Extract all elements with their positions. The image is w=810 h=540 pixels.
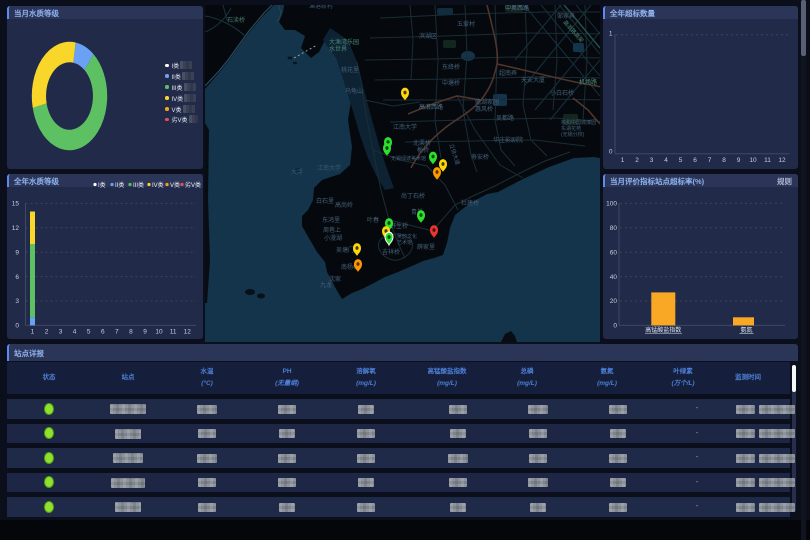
svg-text:水世界: 水世界 bbox=[329, 45, 347, 53]
svg-text:东湖花苑: 东湖花苑 bbox=[561, 125, 581, 132]
svg-text:薛家里: 薛家里 bbox=[417, 243, 435, 251]
svg-text:4: 4 bbox=[664, 157, 668, 164]
svg-text:2: 2 bbox=[635, 157, 639, 164]
svg-text:中奥西路: 中奥西路 bbox=[505, 4, 529, 12]
svg-text:华庄影剧院: 华庄影剧院 bbox=[493, 136, 523, 144]
svg-text:III类: III类 bbox=[133, 181, 144, 189]
svg-text:惠风桥: 惠风桥 bbox=[475, 105, 493, 113]
svg-text:3: 3 bbox=[15, 298, 19, 305]
svg-text:60: 60 bbox=[610, 249, 618, 256]
svg-text:东鸿里: 东鸿里 bbox=[322, 216, 340, 224]
svg-text:11: 11 bbox=[170, 329, 177, 336]
svg-text:叶春: 叶春 bbox=[367, 216, 379, 224]
svg-text:东绛桥: 东绛桥 bbox=[442, 63, 460, 71]
svg-text:(无锡分校): (无锡分校) bbox=[561, 131, 585, 138]
svg-text:小白石桥: 小白石桥 bbox=[550, 89, 574, 97]
svg-text:滨湖区: 滨湖区 bbox=[419, 32, 437, 40]
svg-text:白石里: 白石里 bbox=[316, 197, 334, 205]
svg-text:无锡绿波美术馆: 无锡绿波美术馆 bbox=[391, 155, 426, 162]
svg-text:小漫湖: 小漫湖 bbox=[324, 234, 342, 242]
svg-text:石渎桥: 石渎桥 bbox=[227, 16, 245, 24]
svg-text:4: 4 bbox=[73, 329, 77, 336]
svg-text:1: 1 bbox=[609, 31, 613, 38]
svg-text:劣V类: 劣V类 bbox=[185, 181, 201, 189]
svg-text:大渔湾乐园: 大渔湾乐园 bbox=[329, 38, 359, 46]
svg-text:超南弄: 超南弄 bbox=[499, 69, 517, 77]
svg-text:5: 5 bbox=[87, 329, 91, 336]
svg-text:天安大厦: 天安大厦 bbox=[521, 76, 545, 84]
svg-text:氨氮: 氨氮 bbox=[740, 326, 752, 334]
svg-text:2: 2 bbox=[45, 329, 49, 336]
svg-text:10: 10 bbox=[155, 329, 163, 336]
svg-text:8: 8 bbox=[129, 329, 133, 336]
svg-text:3: 3 bbox=[650, 157, 654, 164]
svg-text:1: 1 bbox=[31, 329, 35, 336]
svg-text:V类: V类 bbox=[170, 181, 180, 189]
svg-text:12: 12 bbox=[184, 329, 192, 336]
svg-text:II类: II类 bbox=[115, 181, 124, 189]
svg-text:7: 7 bbox=[115, 329, 119, 336]
svg-text:周巷上: 周巷上 bbox=[323, 226, 341, 234]
svg-text:6: 6 bbox=[693, 157, 697, 164]
svg-text:吴都路: 吴都路 bbox=[496, 114, 514, 122]
svg-text:12: 12 bbox=[778, 157, 786, 164]
svg-text:江南大学: 江南大学 bbox=[393, 123, 417, 131]
svg-text:9: 9 bbox=[15, 249, 19, 256]
svg-text:五爱村: 五爱村 bbox=[457, 20, 475, 28]
svg-text:沈家: 沈家 bbox=[329, 275, 341, 283]
svg-text:艺术馆: 艺术馆 bbox=[397, 239, 412, 246]
svg-text:核和中国城博园: 核和中国城博园 bbox=[561, 119, 596, 126]
svg-text:9: 9 bbox=[143, 329, 147, 336]
svg-text:11: 11 bbox=[764, 157, 771, 164]
svg-text:3: 3 bbox=[59, 329, 63, 336]
svg-text:15: 15 bbox=[12, 201, 20, 208]
svg-text:吉祥桥: 吉祥桥 bbox=[382, 248, 400, 256]
svg-text:10: 10 bbox=[749, 157, 757, 164]
svg-text:12: 12 bbox=[12, 225, 20, 232]
svg-text:吴韵文化: 吴韵文化 bbox=[397, 233, 417, 240]
svg-text:高浪西路: 高浪西路 bbox=[419, 103, 443, 111]
svg-text:6: 6 bbox=[15, 274, 19, 281]
svg-text:0: 0 bbox=[15, 323, 19, 330]
svg-text:20: 20 bbox=[610, 298, 618, 305]
svg-text:赡湖家园: 赡湖家园 bbox=[475, 98, 499, 106]
svg-text:0: 0 bbox=[609, 148, 613, 155]
svg-text:7: 7 bbox=[708, 157, 712, 164]
svg-text:栀桥: 栀桥 bbox=[417, 146, 429, 154]
svg-text:乌龟山: 乌龟山 bbox=[345, 87, 363, 95]
svg-text:机场路: 机场路 bbox=[579, 78, 597, 86]
svg-text:尚丁石桥: 尚丁石桥 bbox=[401, 192, 425, 200]
svg-text:寿安桥: 寿安桥 bbox=[471, 153, 489, 161]
svg-text:高锰酸盐指数: 高锰酸盐指数 bbox=[645, 326, 681, 334]
svg-text:IV类: IV类 bbox=[152, 181, 164, 189]
svg-text:高尚岭: 高尚岭 bbox=[335, 201, 353, 209]
svg-text:5: 5 bbox=[679, 157, 683, 164]
svg-text:40: 40 bbox=[610, 274, 618, 281]
svg-text:0: 0 bbox=[613, 323, 617, 330]
svg-text:立信大道: 立信大道 bbox=[448, 142, 463, 166]
svg-text:江南大学: 江南大学 bbox=[317, 164, 341, 172]
svg-text:社建桥: 社建桥 bbox=[461, 199, 479, 207]
svg-text:桃花里: 桃花里 bbox=[341, 66, 359, 74]
svg-text:80: 80 bbox=[610, 225, 618, 232]
svg-text:I类: I类 bbox=[98, 181, 106, 189]
svg-text:北渠桥: 北渠桥 bbox=[413, 139, 431, 147]
svg-text:1: 1 bbox=[621, 157, 625, 164]
svg-text:中塘桥: 中塘桥 bbox=[442, 79, 460, 87]
svg-text:6: 6 bbox=[101, 329, 105, 336]
svg-text:吴塘门: 吴塘门 bbox=[336, 246, 354, 254]
svg-text:8: 8 bbox=[722, 157, 726, 164]
svg-text:9: 9 bbox=[737, 157, 741, 164]
svg-text:大浮: 大浮 bbox=[291, 168, 303, 176]
svg-text:100: 100 bbox=[606, 201, 617, 208]
